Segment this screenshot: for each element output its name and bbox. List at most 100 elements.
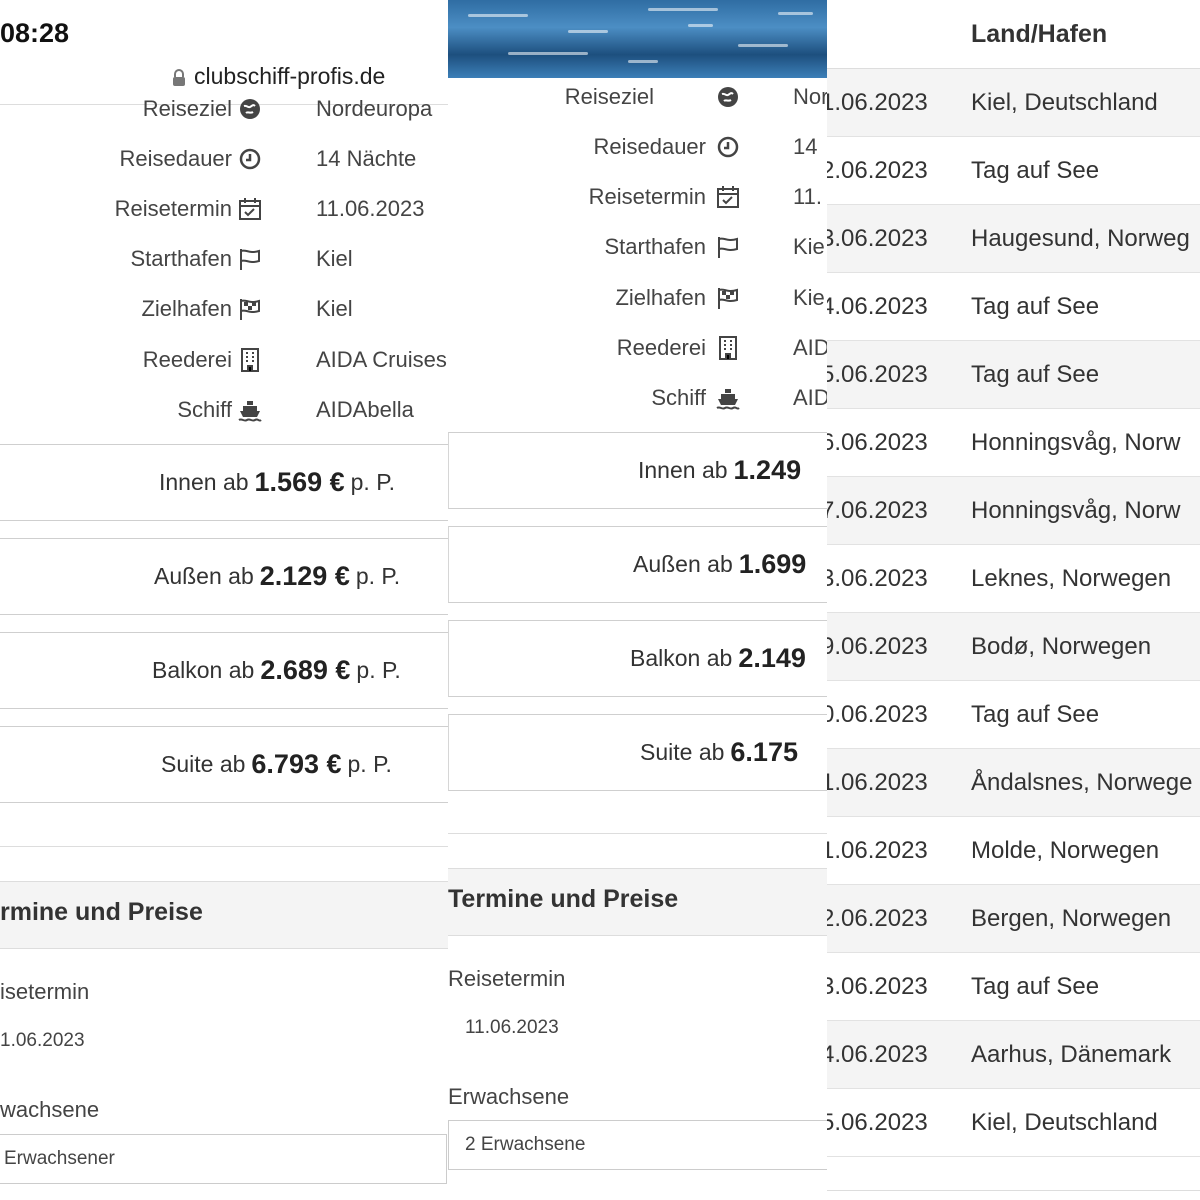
table-row: 7.06.2023 Honningsvåg, Norw <box>827 477 1200 545</box>
price-amount: 6.175 <box>730 737 798 767</box>
row-port: Molde, Norwegen <box>971 837 1160 864</box>
status-time: 08:28 <box>0 18 70 48</box>
spec-label: Zielhafen <box>141 296 232 321</box>
table-row: 4.06.2023 Aarhus, Dänemark <box>827 1021 1200 1089</box>
row-port: Kiel, Deutschland <box>971 89 1158 116</box>
row-date: 1.06.2023 <box>827 89 928 116</box>
clock-icon <box>239 148 261 170</box>
adults-select[interactable]: Erwachsener <box>0 1134 447 1184</box>
table-row: 1.06.2023 Kiel, Deutschland <box>827 69 1200 137</box>
price-category: Balkon ab <box>630 645 733 671</box>
cruise-detail-panel-1: 08:28 clubschiff-profis.de Reiseziel Nor… <box>0 0 448 1200</box>
price-amount: 6.793 € <box>251 749 342 779</box>
spec-value: AID <box>793 385 827 410</box>
divider <box>448 833 827 834</box>
spec-label: Schiff <box>177 397 232 422</box>
date-value[interactable]: 11.06.2023 <box>465 1017 559 1039</box>
address-bar[interactable]: clubschiff-profis.de <box>172 63 385 90</box>
price-category: Innen ab <box>159 469 249 495</box>
spec-label: Reiseziel <box>564 84 654 109</box>
itinerary-table-header: Land/Hafen <box>827 0 1200 69</box>
spec-row-reiseziel: Reiseziel Nordeuropa <box>0 92 448 126</box>
adults-select[interactable]: 2 Erwachsene <box>448 1120 827 1170</box>
price-amount: 1.569 € <box>254 467 345 497</box>
table-row: 4.06.2023 Tag auf See <box>827 273 1200 341</box>
price-unit: p. P. <box>347 751 392 777</box>
price-amount: 1.699 <box>738 549 807 579</box>
price-box-innen[interactable]: Innen ab 1.569 € p. P. <box>0 444 448 521</box>
section-title: Termine und Preise <box>448 885 679 913</box>
price-amount: 1.249 <box>733 455 802 485</box>
price-unit: p. P. <box>350 469 395 495</box>
globe-icon <box>240 99 260 119</box>
ship-icon <box>238 401 262 422</box>
row-date: 2.06.2023 <box>827 905 928 932</box>
spec-value: Nor <box>793 84 827 109</box>
calendar-check-icon <box>239 198 261 220</box>
table-row: 1.06.2023 Åndalsnes, Norwege <box>827 749 1200 817</box>
date-value[interactable]: 1.06.2023 <box>0 1030 85 1052</box>
spec-row-schiff: Schiff AID <box>448 381 827 415</box>
spec-value: 14 Nächte <box>316 146 417 171</box>
row-port: Bergen, Norwegen <box>971 905 1172 932</box>
price-box-balkon[interactable]: Balkon ab 2.149 <box>448 620 827 697</box>
spec-value: 11. <box>793 184 822 209</box>
price-category: Innen ab <box>638 457 728 483</box>
price-category: Außen ab <box>633 551 733 577</box>
row-date: 3.06.2023 <box>827 225 928 252</box>
globe-icon <box>718 87 738 107</box>
row-port: Tag auf See <box>971 293 1100 320</box>
row-date: 3.06.2023 <box>827 973 928 1000</box>
table-row: 3.06.2023 Leknes, Norwegen <box>827 545 1200 613</box>
price-amount: 2.149 <box>738 643 806 673</box>
spec-label: Reisedauer <box>119 146 232 171</box>
adults-label: Erwachsene <box>448 1084 570 1109</box>
date-label: Reisetermin <box>448 966 566 991</box>
price-box-suite[interactable]: Suite ab 6.793 € p. P. <box>0 726 448 803</box>
spec-row-reisetermin: Reisetermin 11. <box>448 180 827 214</box>
spec-row-reisedauer: Reisedauer 14 Nächte <box>0 142 448 176</box>
row-port: Tag auf See <box>971 157 1100 184</box>
row-date: 9.06.2023 <box>827 633 928 660</box>
price-unit: p. P. <box>355 563 401 589</box>
table-row: 5.06.2023 Tag auf See <box>827 341 1200 409</box>
spec-value: Nordeuropa <box>316 96 433 121</box>
price-category: Suite ab <box>161 751 246 777</box>
row-port: Leknes, Norwegen <box>971 565 1172 592</box>
row-port: Haugesund, Norweg <box>971 225 1190 252</box>
row-date: 3.06.2023 <box>827 565 928 592</box>
spec-value: 11.06.2023 <box>316 196 425 221</box>
spec-row-reisetermin: Reisetermin 11.06.2023 <box>0 192 448 226</box>
divider <box>827 1190 1200 1191</box>
row-port: Tag auf See <box>971 973 1100 1000</box>
adults-label: wachsene <box>0 1097 100 1122</box>
spec-value: AIDA Cruises <box>316 347 447 372</box>
row-date: 4.06.2023 <box>827 293 928 320</box>
checkered-flag-icon <box>240 299 260 320</box>
url-text: clubschiff-profis.de <box>194 63 386 89</box>
price-box-innen[interactable]: Innen ab 1.249 <box>448 432 827 509</box>
row-port: Aarhus, Dänemark <box>971 1041 1172 1068</box>
price-box-balkon[interactable]: Balkon ab 2.689 € p. P. <box>0 632 448 709</box>
adults-value: Erwachsener <box>4 1148 115 1169</box>
section-header: rmine und Preise <box>0 881 448 949</box>
spec-label: Reederei <box>616 335 706 360</box>
lock-icon <box>173 68 185 86</box>
spec-label: Schiff <box>651 385 706 410</box>
spec-label: Reederei <box>142 347 232 372</box>
itinerary-table-panel: Land/Hafen 1.06.2023 Kiel, Deutschland 2.… <box>827 0 1200 1200</box>
row-date: 2.06.2023 <box>827 157 928 184</box>
price-box-suite[interactable]: Suite ab 6.175 <box>448 714 827 791</box>
spec-value: Kiel <box>316 246 353 271</box>
row-port: Bodø, Norwegen <box>971 633 1152 660</box>
spec-label: Starthafen <box>604 234 706 259</box>
table-row: 1.06.2023 Molde, Norwegen <box>827 817 1200 885</box>
flag-icon <box>718 237 738 258</box>
price-box-aussen[interactable]: Außen ab 2.129 € p. P. <box>0 538 448 615</box>
row-date: 0.06.2023 <box>827 701 928 728</box>
table-row: 3.06.2023 Haugesund, Norweg <box>827 205 1200 273</box>
row-date: 5.06.2023 <box>827 1109 928 1136</box>
price-box-aussen[interactable]: Außen ab 1.699 <box>448 526 827 603</box>
table-row: 5.06.2023 Kiel, Deutschland <box>827 1089 1200 1157</box>
table-row: 6.06.2023 Honningsvåg, Norw <box>827 409 1200 477</box>
